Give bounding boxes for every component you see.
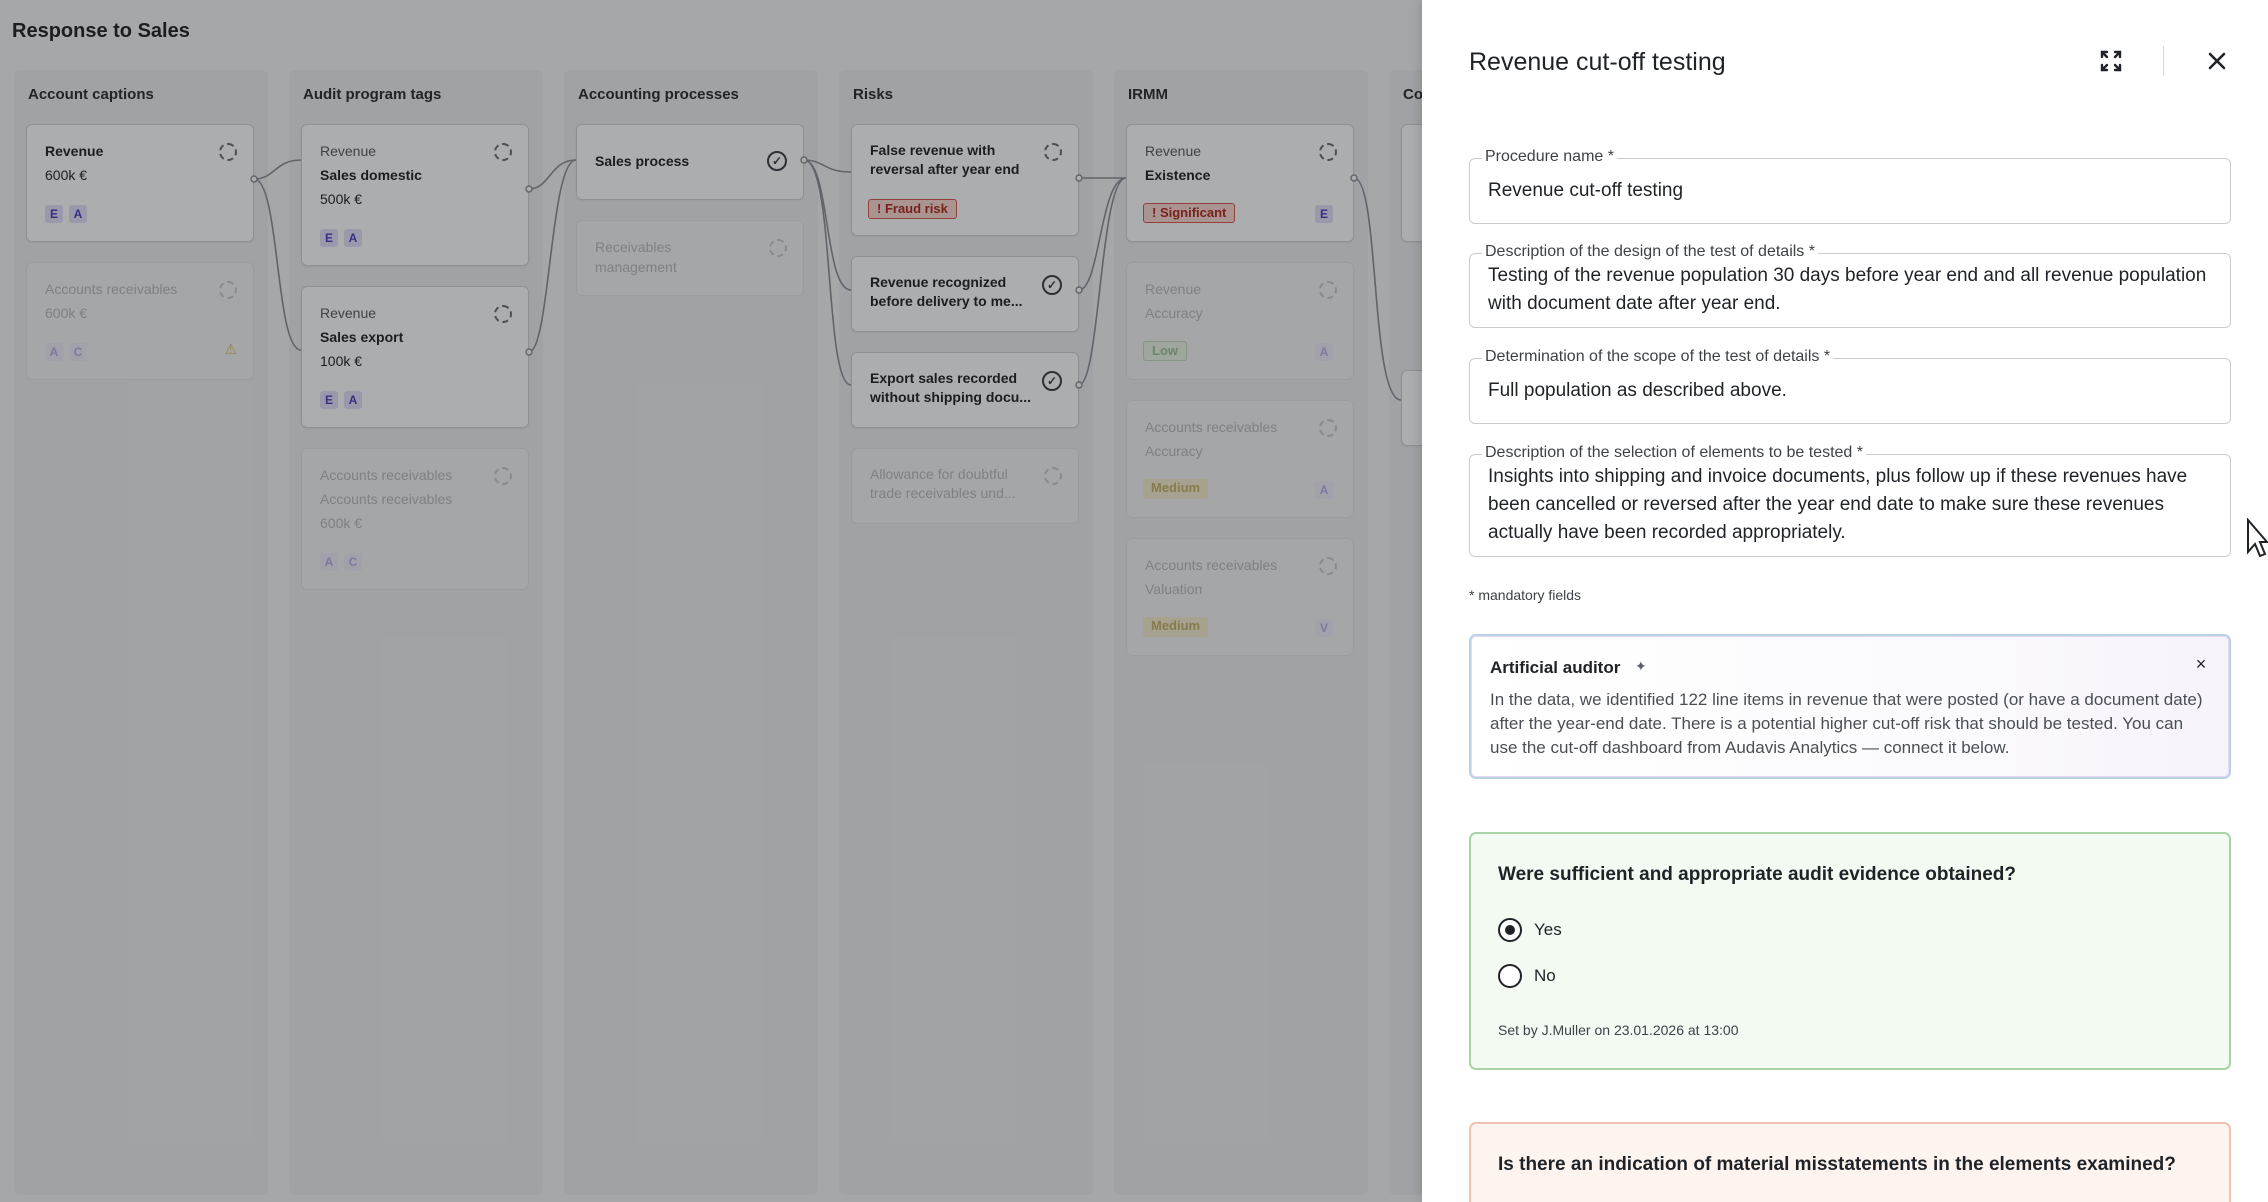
misstatement-question-card: Is there an indication of material misst… [1469, 1122, 2231, 1202]
radio-yes[interactable]: Yes [1498, 917, 1562, 943]
question-text: Is there an indication of material misst… [1498, 1154, 2176, 1175]
radio-no[interactable]: No [1498, 963, 1556, 989]
close-icon[interactable] [2200, 44, 2234, 78]
expand-icon[interactable] [2094, 44, 2128, 78]
field-label: Description of the selection of elements… [1482, 444, 1866, 462]
selection-description-field[interactable]: Description of the selection of elements… [1469, 444, 2231, 557]
radio-button[interactable] [1498, 964, 1522, 988]
field-label: Procedure name * [1482, 148, 1617, 166]
mouse-cursor-icon [2247, 518, 2268, 558]
radio-button[interactable] [1498, 918, 1522, 942]
set-by-note: Set by J.Muller on 23.01.2026 at 13:00 [1498, 1022, 1739, 1038]
field-label: Description of the design of the test of… [1482, 243, 1818, 261]
modal-backdrop[interactable] [0, 0, 1422, 1202]
drawer-title: Revenue cut-off testing [1469, 48, 1726, 76]
artificial-auditor-panel: Artificial auditor ✦ × In the data, we i… [1469, 634, 2231, 779]
header-divider [2163, 46, 2164, 76]
ai-title: Artificial auditor [1490, 658, 1621, 677]
kanban-board: Response to Sales Account captions Reven… [0, 0, 1422, 1202]
field-value[interactable]: Full population as described above. [1488, 377, 2212, 405]
radio-label: Yes [1534, 920, 1562, 939]
field-value[interactable]: Revenue cut-off testing [1488, 177, 2212, 205]
procedure-drawer: Revenue cut-off testing Procedure name *… [1422, 0, 2268, 1202]
close-icon[interactable]: × [2191, 654, 2211, 674]
radio-label: No [1534, 966, 1556, 985]
field-value[interactable]: Testing of the revenue population 30 day… [1488, 262, 2212, 318]
question-text: Were sufficient and appropriate audit ev… [1498, 864, 2017, 885]
field-label: Determination of the scope of the test o… [1482, 348, 1834, 366]
ai-message: In the data, we identified 122 line item… [1490, 690, 2203, 757]
design-description-field[interactable]: Description of the design of the test of… [1469, 243, 2231, 328]
mandatory-note: * mandatory fields [1469, 587, 1582, 603]
field-value[interactable]: Insights into shipping and invoice docum… [1488, 463, 2212, 547]
sparkle-icon: ✦ [1635, 658, 1647, 674]
evidence-question-card: Were sufficient and appropriate audit ev… [1469, 832, 2231, 1070]
scope-field[interactable]: Determination of the scope of the test o… [1469, 348, 2231, 424]
procedure-name-field[interactable]: Procedure name * Revenue cut-off testing [1469, 148, 2231, 224]
